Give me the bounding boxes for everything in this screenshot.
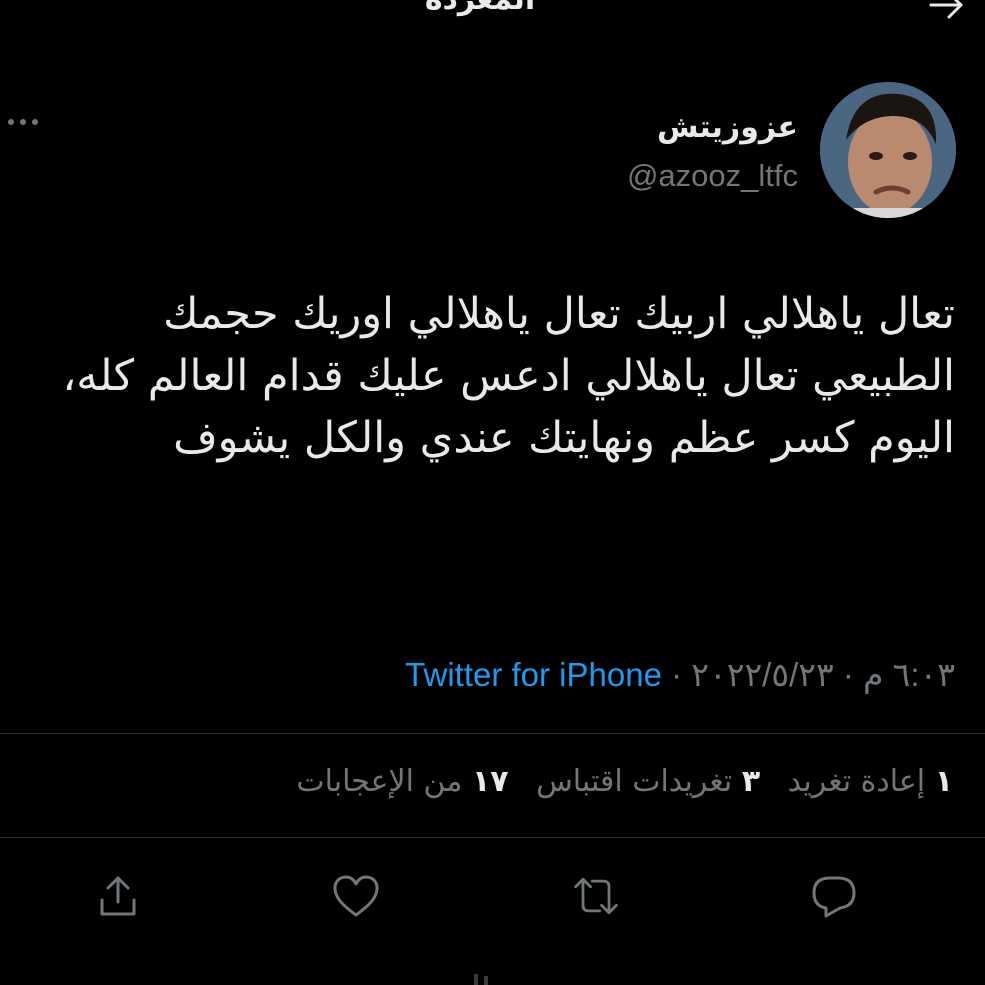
display-name[interactable]: عزوزيتش [657,110,798,145]
page-title: المغردة [400,0,560,17]
tweet-source[interactable]: Twitter for iPhone [405,656,662,693]
reply-icon [812,876,856,918]
loading-dots-icon [474,974,488,985]
meta-separator-2: · [842,656,854,693]
divider [0,733,985,734]
quotes-stat[interactable]: ٣ تغريدات اقتباس [536,764,760,799]
arrow-icon[interactable] [927,0,967,20]
user-handle[interactable]: @azooz_ltfc [627,158,798,194]
retweet-icon [574,877,618,915]
avatar-photo [820,82,956,218]
share-button[interactable] [92,870,144,922]
top-bar: المغردة [0,0,985,40]
retweets-stat[interactable]: ١ إعادة تغريد [788,764,953,799]
retweets-count: ١ [934,764,953,799]
likes-label: من الإعجابات [296,764,463,799]
quotes-count: ٣ [741,764,761,799]
avatar[interactable] [820,82,956,218]
quotes-label: تغريدات اقتباس [536,764,733,799]
divider-2 [0,837,985,838]
tweet-time: ٦:٠٣ م [863,656,955,693]
likes-stat[interactable]: ١٧ من الإعجابات [296,764,508,799]
tweet-meta: Twitter for iPhone · ٦:٠٣ م · ٢٠٢٢/٥/٢٣ [405,655,955,694]
meta-separator: · [671,656,683,693]
tweet-text: تعال ياهلالي اربيك تعال ياهلالي اوريك حج… [62,289,955,463]
share-icon [100,876,136,916]
heart-icon [333,875,379,917]
tweet-stats: ١ إعادة تغريد ٣ تغريدات اقتباس ١٧ من الإ… [278,764,953,799]
reply-button[interactable] [808,870,860,922]
tweet-date: ٢٠٢٢/٥/٢٣ [691,656,834,693]
more-icon[interactable] [6,112,40,132]
retweet-button[interactable] [570,870,622,922]
retweets-label: إعادة تغريد [787,764,926,799]
like-button[interactable] [330,870,382,922]
likes-count: ١٧ [471,764,509,799]
